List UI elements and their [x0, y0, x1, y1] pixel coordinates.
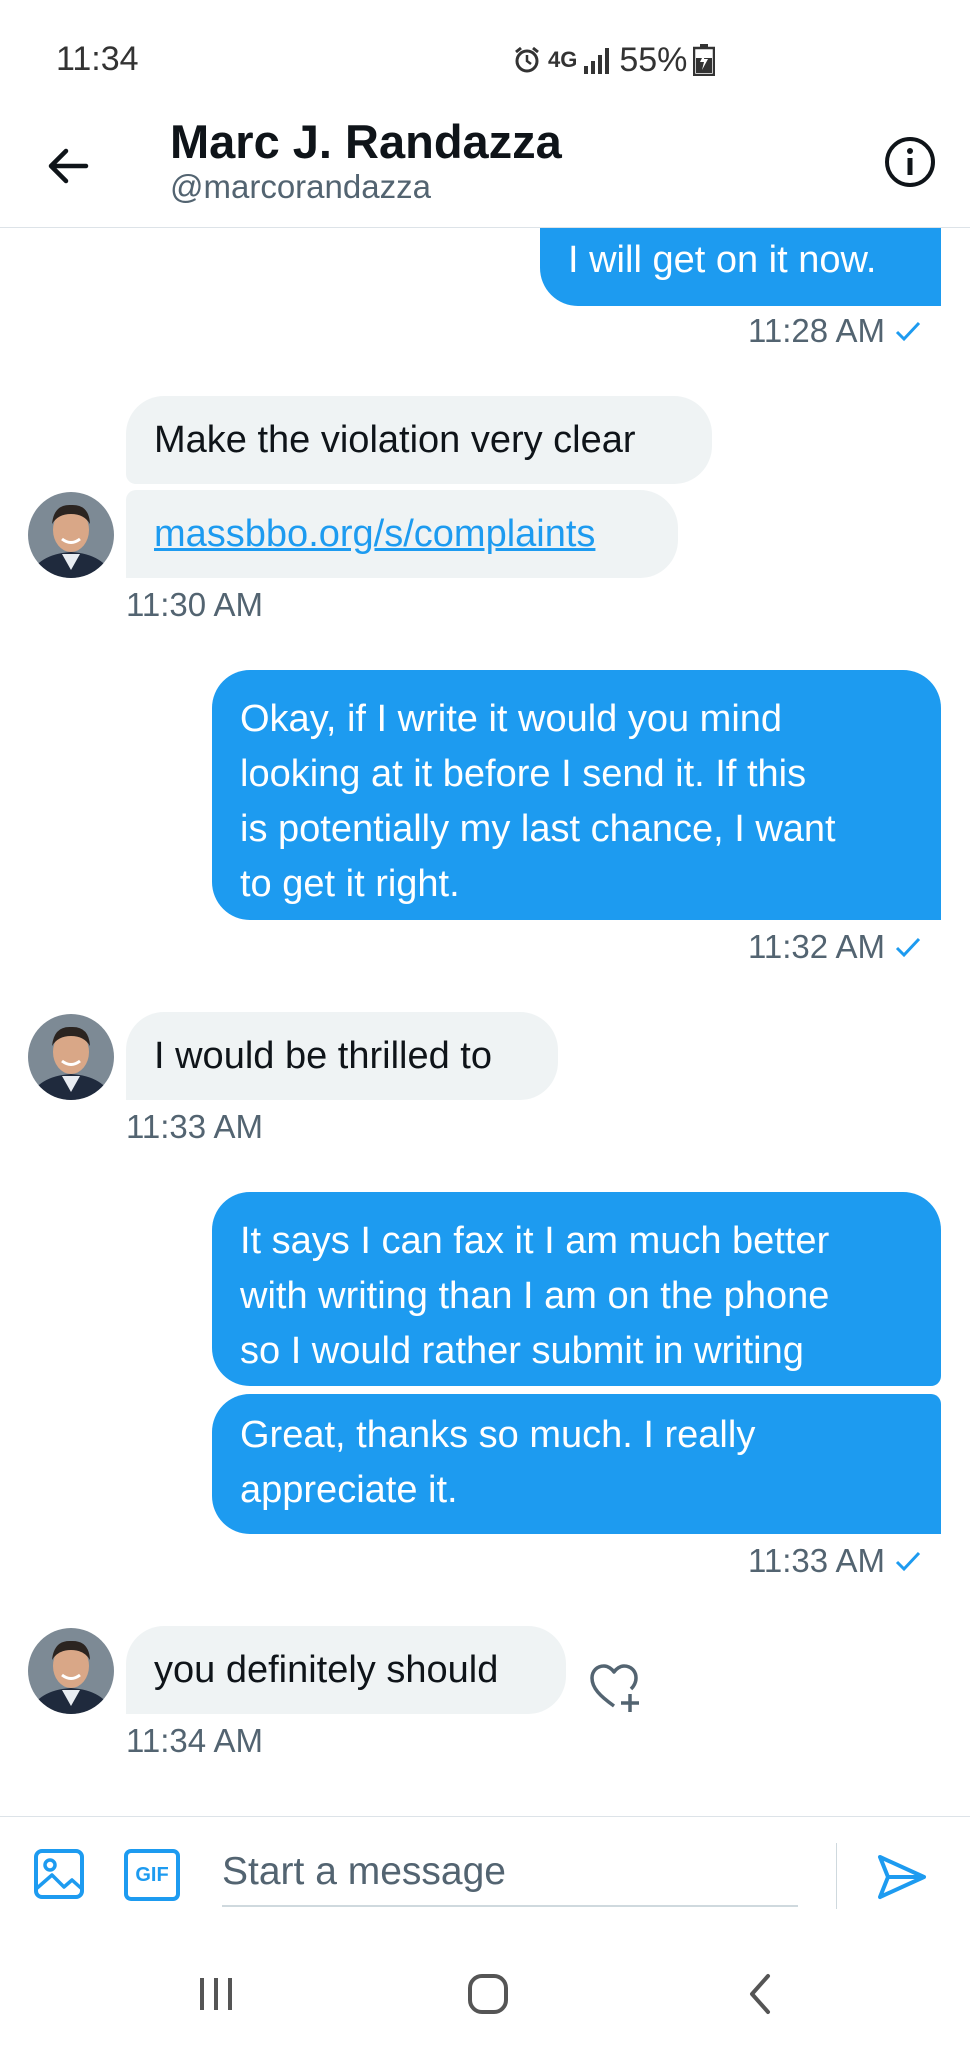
- avatar[interactable]: [28, 1628, 114, 1714]
- avatar[interactable]: [28, 492, 114, 578]
- gif-label: GIF: [135, 1863, 169, 1886]
- timestamp-text: 11:28 AM: [748, 312, 885, 349]
- message-bubble-sent[interactable]: It says I can fax it I am much better wi…: [212, 1192, 941, 1386]
- message-bubble-received[interactable]: I would be thrilled to: [126, 1012, 558, 1100]
- gif-button[interactable]: GIF: [124, 1849, 180, 1901]
- message-text: you definitely should: [154, 1649, 499, 1691]
- timestamp-text: 11:34 AM: [126, 1722, 263, 1759]
- send-button[interactable]: [874, 1849, 930, 1905]
- message-line: so I would rather submit in writing: [240, 1330, 804, 1372]
- network-type: 4G: [548, 47, 578, 72]
- system-navigation-bar: [0, 1936, 970, 2048]
- message-bubble-sent[interactable]: I will get on it now.: [540, 228, 941, 306]
- image-icon: [34, 1849, 84, 1899]
- message-text: I will get on it now.: [568, 239, 877, 281]
- message-text: I would be thrilled to: [154, 1035, 492, 1077]
- message-timestamp: 11:34 AM: [126, 1722, 263, 1760]
- info-button[interactable]: [884, 136, 936, 188]
- chevron-left-icon: [750, 1974, 770, 2014]
- message-link[interactable]: massbbo.org/s/complaints: [154, 513, 595, 555]
- message-timestamp: 11:30 AM: [126, 586, 263, 624]
- heart-plus-icon: [590, 1664, 639, 1712]
- info-icon: [885, 137, 935, 187]
- message-composer: GIF Start a message: [0, 1816, 970, 1936]
- message-text: Make the violation very clear: [154, 419, 636, 461]
- timestamp-text: 11:32 AM: [748, 928, 885, 965]
- message-timestamp: 11:32 AM: [748, 928, 921, 966]
- system-back-button[interactable]: [736, 1968, 788, 2020]
- message-line: looking at it before I send it. If this: [240, 753, 807, 795]
- avatar-image: [28, 492, 114, 578]
- sent-check-icon: [895, 1551, 921, 1572]
- timestamp-text: 11:33 AM: [126, 1108, 263, 1145]
- recent-apps-button[interactable]: [190, 1968, 242, 2020]
- conversation-header: Marc J. Randazza @marcorandazza: [0, 110, 970, 228]
- timestamp-text: 11:30 AM: [126, 586, 263, 623]
- contact-handle[interactable]: @marcorandazza: [170, 168, 431, 206]
- message-bubble-received[interactable]: you definitely should: [126, 1626, 566, 1714]
- avatar-image: [28, 1014, 114, 1100]
- react-heart-button[interactable]: [586, 1660, 642, 1716]
- message-bubble-received[interactable]: Make the violation very clear: [126, 396, 712, 484]
- message-line: to get it right.: [240, 863, 460, 905]
- timestamp-text: 11:33 AM: [748, 1542, 885, 1579]
- avatar[interactable]: [28, 1014, 114, 1100]
- status-bar: 11:34 4G 55%: [0, 0, 970, 110]
- message-line: is potentially my last chance, I want: [240, 808, 836, 850]
- message-input[interactable]: Start a message: [222, 1847, 798, 1907]
- composer-divider: [836, 1843, 837, 1909]
- recent-apps-icon: [200, 1978, 232, 2010]
- status-time: 11:34: [56, 40, 139, 78]
- home-button[interactable]: [462, 1968, 514, 2020]
- home-icon: [468, 1974, 508, 2014]
- message-line: appreciate it.: [240, 1469, 458, 1511]
- message-line: with writing than I am on the phone: [240, 1275, 830, 1317]
- message-timestamp: 11:33 AM: [748, 1542, 921, 1580]
- avatar-image: [28, 1628, 114, 1714]
- battery-charging-icon: [693, 44, 716, 76]
- sent-check-icon: [895, 937, 921, 958]
- alarm-icon: [515, 46, 539, 73]
- message-line: Great, thanks so much. I really: [240, 1414, 756, 1456]
- battery-percent: 55%: [619, 40, 688, 79]
- sent-check-icon: [895, 321, 921, 342]
- image-button[interactable]: [32, 1847, 86, 1901]
- message-bubble-sent[interactable]: Great, thanks so much. I really apprecia…: [212, 1394, 941, 1534]
- message-line: Okay, if I write it would you mind: [240, 698, 783, 740]
- send-icon: [878, 1855, 926, 1899]
- back-button[interactable]: [40, 138, 96, 194]
- message-timestamp: 11:33 AM: [126, 1108, 263, 1146]
- arrow-left-icon: [48, 148, 89, 184]
- message-timestamp: 11:28 AM: [748, 312, 921, 350]
- message-bubble-sent[interactable]: Okay, if I write it would you mind looki…: [212, 670, 941, 920]
- signal-icon: [584, 48, 610, 74]
- status-icons: 4G 55%: [512, 40, 716, 80]
- contact-name[interactable]: Marc J. Randazza: [170, 114, 562, 169]
- message-line: It says I can fax it I am much better: [240, 1220, 830, 1262]
- message-bubble-received[interactable]: massbbo.org/s/complaints: [126, 490, 678, 578]
